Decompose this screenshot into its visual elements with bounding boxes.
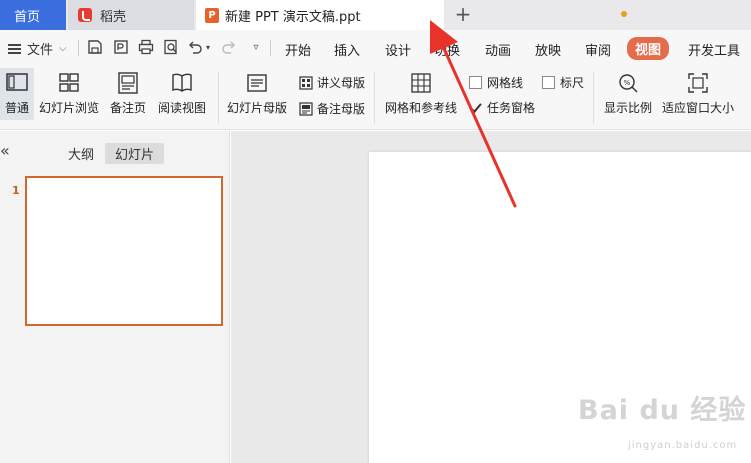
- customize-toolbar-icon[interactable]: ▿: [248, 39, 264, 55]
- handout-master-label: 讲义母版: [317, 76, 366, 90]
- unsaved-dot-icon: [621, 11, 627, 17]
- ribbon-view: 普通 幻灯片浏览 备注页 阅读视图 幻灯片母版 讲义母版 备注母版 网格和参考线…: [0, 66, 751, 130]
- undo-dropdown-icon[interactable]: ▾: [203, 39, 213, 55]
- hamburger-icon: [8, 43, 21, 54]
- notes-page-button[interactable]: 备注页: [110, 71, 146, 116]
- grid-guides-label: 网格和参考线: [385, 101, 458, 115]
- slide-sorter-label: 幻灯片浏览: [39, 101, 100, 115]
- grid-guides-button[interactable]: 网格和参考线: [385, 71, 457, 116]
- grid-icon: [411, 73, 431, 93]
- collapse-panel-icon[interactable]: «: [0, 141, 10, 160]
- fit-window-icon: [688, 73, 708, 93]
- menu-tab-transition[interactable]: 切换: [434, 40, 460, 59]
- ribbon-divider: [218, 72, 219, 124]
- gridlines-checkbox-box[interactable]: [469, 76, 482, 89]
- watermark-url: jingyan.baidu.com: [628, 440, 738, 451]
- fit-window-label: 适应窗口大小: [662, 101, 735, 115]
- export-pdf-icon[interactable]: [113, 39, 129, 55]
- tab-home[interactable]: 首页: [0, 0, 66, 30]
- slide-master-button[interactable]: 幻灯片母版: [227, 71, 287, 116]
- notes-page-icon: [118, 72, 138, 94]
- daoke-icon: [78, 8, 92, 22]
- task-pane-checkbox[interactable]: 任务窗格: [469, 99, 535, 116]
- ruler-checkbox[interactable]: 标尺: [542, 74, 584, 91]
- notes-master-button[interactable]: 备注母版: [299, 100, 365, 117]
- redo-icon[interactable]: [221, 39, 237, 55]
- slide-number: 1: [12, 184, 20, 197]
- menu-tab-animation[interactable]: 动画: [485, 40, 511, 59]
- notes-page-label: 备注页: [110, 101, 147, 115]
- menu-tab-developer[interactable]: 开发工具: [688, 40, 740, 59]
- book-icon: [172, 73, 192, 92]
- menu-tab-review[interactable]: 审阅: [585, 40, 611, 59]
- menu-bar: 文件 ⌵ ▾ ▿ 开始 插入 设计 切换 动画 放映 审阅 视图 开发工具: [0, 30, 751, 66]
- slide-sorter-icon: [59, 73, 79, 92]
- normal-view-button[interactable]: 普通: [0, 68, 34, 120]
- svg-text:%: %: [624, 79, 631, 87]
- task-pane-checkbox-box[interactable]: [469, 101, 482, 114]
- ruler-checkbox-box[interactable]: [542, 76, 555, 89]
- panel-tab-slides[interactable]: 幻灯片: [105, 143, 165, 164]
- divider: [270, 40, 271, 56]
- watermark-logo: Bai du 经验: [578, 395, 747, 426]
- slide-panel: « 大纲 幻灯片 1: [0, 131, 230, 463]
- ruler-label: 标尺: [560, 76, 585, 90]
- slide-master-icon: [247, 74, 267, 92]
- notes-master-icon: [299, 101, 313, 116]
- ppt-file-icon: P: [205, 7, 219, 23]
- task-pane-label: 任务窗格: [487, 101, 536, 115]
- zoom-icon: %: [619, 74, 638, 93]
- zoom-button[interactable]: % 显示比例: [604, 71, 652, 116]
- tab-home-label: 首页: [14, 9, 41, 25]
- handout-master-button[interactable]: 讲义母版: [299, 74, 365, 91]
- slide-thumbnail[interactable]: [25, 176, 223, 326]
- menu-tab-design[interactable]: 设计: [385, 40, 411, 59]
- menu-tab-view[interactable]: 视图: [627, 37, 670, 60]
- ribbon-divider: [593, 72, 594, 124]
- panel-tab-outline[interactable]: 大纲: [68, 144, 94, 163]
- slide-sorter-button[interactable]: 幻灯片浏览: [39, 71, 99, 116]
- file-menu-label: 文件: [27, 43, 54, 58]
- file-menu-button[interactable]: 文件 ⌵: [8, 39, 67, 58]
- slide-master-label: 幻灯片母版: [227, 101, 288, 115]
- reading-view-label: 阅读视图: [158, 101, 207, 115]
- print-preview-icon[interactable]: [163, 39, 179, 55]
- normal-view-icon: [6, 73, 28, 91]
- reading-view-button[interactable]: 阅读视图: [158, 71, 206, 116]
- menu-tab-insert[interactable]: 插入: [334, 40, 360, 59]
- new-tab-button[interactable]: +: [454, 2, 472, 26]
- gridlines-checkbox[interactable]: 网格线: [469, 74, 523, 91]
- fit-window-button[interactable]: 适应窗口大小: [662, 71, 734, 116]
- tab-document-label: 新建 PPT 演示文稿.ppt: [225, 9, 361, 25]
- notes-master-label: 备注母版: [317, 102, 366, 116]
- gridlines-label: 网格线: [487, 76, 524, 90]
- menu-tab-start[interactable]: 开始: [285, 40, 311, 59]
- save-icon[interactable]: [87, 39, 103, 55]
- tab-document[interactable]: P 新建 PPT 演示文稿.ppt: [196, 0, 627, 30]
- divider: [78, 40, 79, 56]
- normal-view-label: 普通: [4, 101, 29, 115]
- ribbon-divider: [374, 72, 375, 124]
- undo-icon[interactable]: [187, 39, 203, 55]
- menu-tab-slideshow[interactable]: 放映: [535, 40, 561, 59]
- tab-daoke-label: 稻壳: [100, 9, 127, 25]
- zoom-label: 显示比例: [604, 101, 653, 115]
- tab-daoke[interactable]: 稻壳: [68, 0, 194, 30]
- title-bar: 首页 稻壳 P 新建 PPT 演示文稿.ppt +: [0, 0, 751, 30]
- print-icon[interactable]: [138, 39, 154, 55]
- handout-master-icon: [299, 75, 313, 90]
- chevron-down-icon: ⌵: [59, 43, 67, 54]
